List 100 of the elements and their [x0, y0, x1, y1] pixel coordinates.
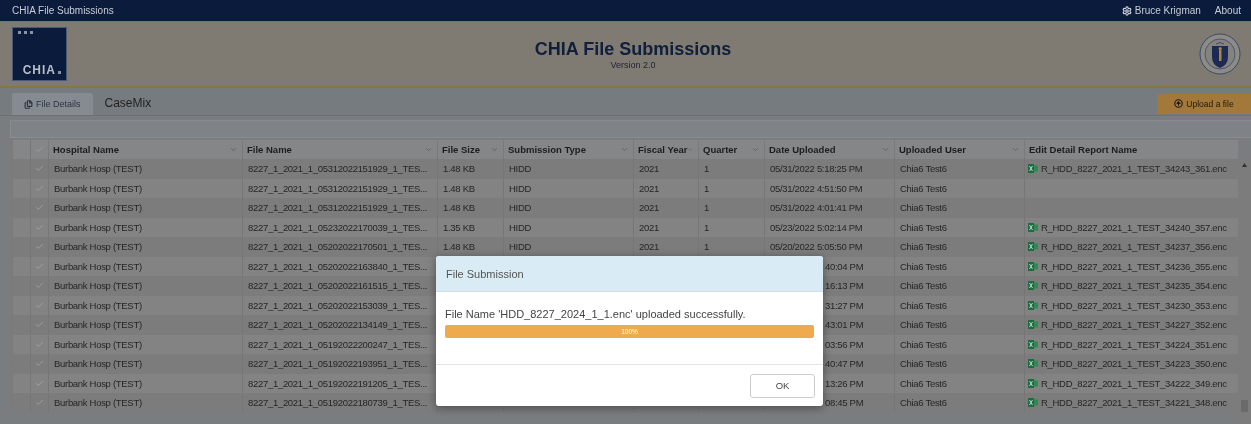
table-cell: 2021 — [639, 182, 659, 194]
spreadsheet-icon — [1028, 261, 1038, 271]
table-cell: 05/23/2022 5:02:14 PM — [770, 221, 863, 233]
column-header[interactable]: Hospital Name — [53, 144, 119, 155]
table-cell: 05/31/2022 5:18:25 PM — [770, 163, 863, 175]
report-link[interactable]: R_HDD_8227_2021_1_TEST_34230_353.enc — [1041, 299, 1227, 311]
table-cell: Burbank Hosp (TEST) — [54, 221, 142, 233]
table-cell: 8227_1_2021_1_05312022151929_1_TES... — [248, 182, 428, 194]
table-cell: 8227_1_2021_1_05192022180739_1_TES... — [248, 397, 428, 409]
table-cell: 1.48 KB — [443, 241, 475, 253]
table-cell: 1 — [704, 182, 709, 194]
report-link[interactable]: R_HDD_8227_2021_1_TEST_34227_352.enc — [1041, 319, 1227, 331]
table-cell: 1 — [704, 221, 709, 233]
table-cell: 05/20/2022 5:05:50 PM — [770, 241, 863, 253]
column-header[interactable]: File Size — [442, 144, 480, 155]
table-cell: Burbank Hosp (TEST) — [54, 182, 142, 194]
about-link[interactable]: About — [1214, 5, 1241, 16]
table-cell: 2021 — [639, 221, 659, 233]
dropdown-icon[interactable] — [620, 145, 629, 154]
table-cell: 8227_1_2021_1_05202022134149_1_TES... — [248, 319, 428, 331]
dropdown-icon[interactable] — [1011, 145, 1020, 154]
report-link[interactable]: R_HDD_8227_2021_1_TEST_34224_351.enc — [1041, 338, 1227, 350]
column-header[interactable]: Fiscal Year — [638, 144, 688, 155]
table-cell: Chia6 Test6 — [900, 299, 947, 311]
spreadsheet-icon — [1028, 398, 1038, 408]
dropdown-icon[interactable] — [424, 145, 433, 154]
spreadsheet-icon — [1028, 378, 1038, 388]
table-cell: 16:13 PM — [825, 280, 864, 292]
table-cell: Chia6 Test6 — [900, 338, 947, 350]
table-cell: HIDD — [509, 202, 532, 214]
table-cell: Chia6 Test6 — [900, 358, 947, 370]
files-icon — [24, 99, 33, 109]
upload-button[interactable]: Upload a file — [1157, 93, 1251, 114]
column-header[interactable]: Uploaded User — [899, 144, 967, 155]
chia-logo: CHIA — [12, 27, 67, 81]
table-cell: 8227_1_2021_1_05202022170501_1_TES... — [248, 241, 428, 253]
state-seal-logo — [1199, 33, 1241, 75]
report-link[interactable]: R_HDD_8227_2021_1_TEST_34236_355.enc — [1041, 260, 1227, 272]
table-cell: HIDD — [509, 182, 532, 194]
scroll-up-icon[interactable] — [1242, 163, 1247, 167]
table-cell: 40:04 PM — [825, 260, 864, 272]
table-cell: 2021 — [639, 202, 659, 214]
report-link[interactable]: R_HDD_8227_2021_1_TEST_34237_356.enc — [1041, 241, 1227, 253]
spreadsheet-icon — [1028, 242, 1038, 252]
table-cell: Chia6 Test6 — [900, 280, 947, 292]
user-link[interactable]: Bruce Krigman — [1121, 5, 1201, 16]
table-cell: Chia6 Test6 — [900, 397, 947, 409]
table-cell: Burbank Hosp (TEST) — [54, 319, 142, 331]
table-cell: Burbank Hosp (TEST) — [54, 241, 142, 253]
column-header[interactable]: Quarter — [703, 144, 738, 155]
table-cell: Burbank Hosp (TEST) — [54, 299, 142, 311]
table-cell: Chia6 Test6 — [900, 377, 947, 389]
report-link[interactable]: R_HDD_8227_2021_1_TEST_34243_361.enc — [1041, 163, 1227, 175]
row-check-icon[interactable] — [35, 339, 44, 349]
row-check-icon[interactable] — [35, 359, 44, 369]
ok-button[interactable]: OK — [750, 373, 815, 398]
table-cell: Burbank Hosp (TEST) — [54, 397, 142, 409]
report-link[interactable]: R_HDD_8227_2021_1_TEST_34240_357.enc — [1041, 221, 1227, 233]
row-check-icon[interactable] — [35, 203, 44, 213]
column-header[interactable]: Date Uploaded — [769, 144, 836, 155]
table-cell: 1.48 KB — [443, 202, 475, 214]
table-cell: 31:27 PM — [825, 299, 864, 311]
row-check-icon[interactable] — [35, 164, 44, 174]
row-check-icon[interactable] — [35, 378, 44, 388]
table-cell: 8227_1_2021_1_05202022163840_1_TES... — [248, 260, 428, 272]
row-check-icon[interactable] — [35, 281, 44, 291]
row-check-icon[interactable] — [35, 398, 44, 408]
table-cell: HIDD — [509, 221, 532, 233]
table-cell: 8227_1_2021_1_05202022161515_1_TES... — [248, 280, 428, 292]
table-cell: 03:56 PM — [825, 338, 864, 350]
dropdown-icon[interactable] — [490, 145, 499, 154]
report-link[interactable]: R_HDD_8227_2021_1_TEST_34235_354.enc — [1041, 280, 1227, 292]
column-header[interactable]: Submission Type — [508, 144, 586, 155]
report-link[interactable]: R_HDD_8227_2021_1_TEST_34223_350.enc — [1041, 358, 1227, 370]
tab[interactable]: File Details — [12, 93, 93, 115]
table-cell: 40:47 PM — [825, 358, 864, 370]
table-cell: 1.48 KB — [443, 182, 475, 194]
tab[interactable]: CaseMix — [92, 91, 164, 115]
version-label: Version 2.0 — [610, 59, 656, 70]
table-cell: Chia6 Test6 — [900, 260, 947, 272]
column-header[interactable]: File Name — [247, 144, 292, 155]
table-cell: 05/31/2022 4:51:50 PM — [770, 182, 863, 194]
row-check-icon[interactable] — [35, 261, 44, 271]
dropdown-icon[interactable] — [229, 145, 238, 154]
gear-icon[interactable] — [1121, 5, 1132, 16]
table-cell: Burbank Hosp (TEST) — [54, 280, 142, 292]
dropdown-icon[interactable] — [751, 145, 760, 154]
column-header[interactable]: Edit Detail Report Name — [1029, 144, 1138, 155]
row-check-icon[interactable] — [35, 320, 44, 330]
table-cell: Burbank Hosp (TEST) — [54, 377, 142, 389]
row-check-icon[interactable] — [35, 183, 44, 193]
upload-icon — [1174, 99, 1184, 108]
row-check-icon[interactable] — [35, 242, 44, 252]
report-link[interactable]: R_HDD_8227_2021_1_TEST_34222_349.enc — [1041, 377, 1227, 389]
table-cell: 08:45 PM — [825, 397, 864, 409]
report-link[interactable]: R_HDD_8227_2021_1_TEST_34221_348.enc — [1041, 397, 1227, 409]
dropdown-icon[interactable] — [881, 145, 890, 154]
row-check-icon[interactable] — [35, 222, 44, 232]
row-check-icon[interactable] — [35, 300, 44, 310]
table-cell: HIDD — [509, 163, 532, 175]
